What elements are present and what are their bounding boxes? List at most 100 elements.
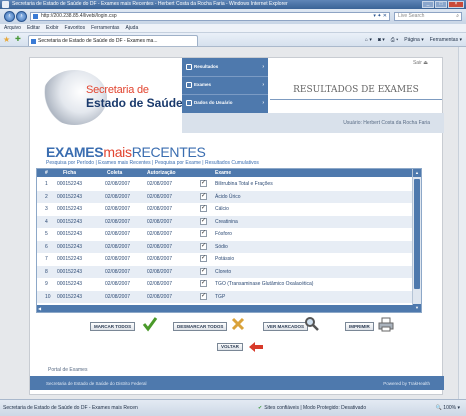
cell-exame: Ácido Úrico — [215, 193, 241, 200]
back-button[interactable]: VOLTAR — [217, 343, 243, 351]
section-title-underline — [270, 99, 442, 100]
site-header: Secretaria de Estado de Saúde Resultados… — [30, 58, 444, 133]
favorites-star-icon[interactable]: ★ — [3, 36, 11, 44]
cell-num: 8 — [45, 268, 48, 275]
cell-coleta: 02/08/2007 — [105, 281, 131, 287]
back-icon[interactable]: ‹ — [4, 11, 15, 22]
menu-arquivo[interactable]: Arquivo — [4, 25, 21, 31]
search-icon[interactable]: ⌕ — [456, 13, 459, 20]
table-row[interactable]: 1 000152243 02/08/2007 02/08/2007 ✓ Bilirrubi… — [37, 178, 413, 190]
printer-icon[interactable] — [378, 316, 394, 332]
cell-num: 6 — [45, 243, 48, 250]
table-row[interactable]: 2 000152243 02/08/2007 02/08/2007 ✓ Ácido Úri… — [37, 190, 413, 203]
row-checkbox[interactable]: ✓ — [200, 292, 207, 300]
table-vertical-scrollbar[interactable]: ▲ ▼ — [412, 169, 421, 312]
view-selected-button[interactable]: VER MARCADOS — [263, 322, 309, 331]
ie-icon — [2, 1, 9, 8]
minimize-button[interactable]: _ — [422, 1, 434, 8]
page-menu[interactable]: Página ▾ — [404, 36, 423, 44]
search-placeholder: Live Search — [398, 13, 425, 19]
tab-favicon — [31, 39, 36, 44]
print-button[interactable]: IMPRIMIR — [345, 322, 374, 331]
cell-ficha: 000152243 — [57, 218, 83, 225]
row-checkbox[interactable]: ✓ — [200, 267, 207, 275]
cell-ficha: 000152243 — [57, 256, 83, 262]
window-titlebar: Secretaria de Estado de Saúde do DF - Ex… — [0, 0, 466, 9]
table-row[interactable]: 5 000152243 02/08/2007 02/08/2007 ✓ Fósforo — [37, 228, 413, 240]
col-num: # — [45, 170, 48, 176]
add-favorite-icon[interactable]: ✚ — [15, 36, 21, 44]
row-checkbox[interactable]: ✓ — [200, 242, 207, 250]
forward-icon[interactable]: › — [16, 11, 27, 22]
cell-exame: TGP — [215, 293, 226, 300]
cell-ficha: 000152243 — [57, 181, 83, 187]
scroll-left-icon[interactable]: ◀ — [38, 305, 41, 312]
search-links[interactable]: Pesquisa por Período | Exames mais Recen… — [46, 160, 259, 166]
row-checkbox[interactable]: ✓ — [200, 230, 207, 237]
check-icon[interactable] — [142, 316, 158, 332]
scroll-down-icon[interactable]: ▼ — [413, 304, 421, 312]
page-title: EXAMESmaisRECENTES — [46, 144, 206, 160]
table-row[interactable]: 7 000152243 02/08/2007 02/08/2007 ✓ Potássio — [37, 253, 413, 265]
menu-ajuda[interactable]: Ajuda — [125, 25, 138, 31]
logout-link[interactable]: Sair ⏏ — [413, 60, 428, 66]
exams-icon — [186, 82, 192, 88]
browser-tab[interactable]: Secretaria de Estado de Saúde do DF - Ex… — [28, 35, 198, 46]
zoom-level[interactable]: 🔍 100% ▾ — [436, 405, 460, 411]
row-checkbox[interactable]: ✓ — [200, 192, 207, 200]
nav-item-exames[interactable]: Exames › — [182, 76, 268, 94]
table-row[interactable]: 4 000152243 02/08/2007 02/08/2007 ✓ Creatinin… — [37, 215, 413, 228]
row-checkbox[interactable]: ✓ — [200, 255, 207, 262]
table-row[interactable]: 9 000152243 02/08/2007 02/08/2007 ✓ TGO (Tran… — [37, 278, 413, 290]
cell-ficha: 000152243 — [57, 243, 83, 250]
row-checkbox[interactable]: ✓ — [200, 217, 207, 225]
col-autorizacao: Autorização — [147, 170, 176, 176]
table-row[interactable]: 6 000152243 02/08/2007 02/08/2007 ✓ Sódio — [37, 240, 413, 253]
cell-num: 3 — [45, 206, 48, 212]
refresh-stop-icons[interactable]: ▾ ✦ ✕ — [373, 13, 387, 20]
row-checkbox[interactable]: ✓ — [200, 280, 207, 287]
page-favicon — [33, 14, 38, 19]
home-icon[interactable]: ⌂ ▾ — [365, 36, 372, 44]
menu-exibir[interactable]: Exibir — [46, 25, 59, 31]
cell-ficha: 000152243 — [57, 231, 83, 237]
close-button[interactable]: × — [448, 1, 464, 8]
search-input[interactable]: Live Search ⌕ — [394, 12, 462, 21]
menu-ferramentas[interactable]: Ferramentas — [91, 25, 119, 31]
table-row[interactable]: 3 000152243 02/08/2007 02/08/2007 ✓ Cálcio — [37, 203, 413, 215]
unselect-all-button[interactable]: DESMARCAR TODOS — [173, 322, 228, 331]
title-part2: mais — [103, 144, 132, 160]
cell-autorizacao: 02/08/2007 — [147, 193, 173, 200]
row-checkbox[interactable]: ✓ — [200, 205, 207, 212]
table-row[interactable]: 8 000152243 02/08/2007 02/08/2007 ✓ Cloreto — [37, 265, 413, 278]
table-header: # Ficha Coleta Autorização Exame — [37, 169, 413, 177]
cell-exame: Cálcio — [215, 206, 229, 212]
cell-autorizacao: 02/08/2007 — [147, 256, 173, 262]
feeds-icon[interactable]: ◙ ▾ — [378, 36, 385, 44]
nav-label: Resultados — [194, 64, 219, 69]
menu-favoritos[interactable]: Favoritos — [65, 25, 86, 31]
chevron-right-icon: › — [262, 100, 264, 106]
back-arrow-icon[interactable] — [248, 342, 264, 352]
cell-autorizacao: 02/08/2007 — [147, 218, 173, 225]
menu-editar[interactable]: Editar — [27, 25, 40, 31]
address-input[interactable]: http://200.238.85.4/livebi/login.csp ▾ ✦… — [30, 12, 390, 21]
nav-item-dados-usuario[interactable]: Dados do Usuário › — [182, 94, 268, 112]
cell-num: 5 — [45, 231, 48, 237]
row-checkbox[interactable]: ✓ — [200, 180, 207, 187]
cross-icon[interactable] — [230, 316, 246, 332]
page-scrollbar[interactable] — [458, 47, 466, 399]
tools-menu[interactable]: Ferramentas ▾ — [430, 36, 462, 44]
select-all-button[interactable]: MARCAR TODOS — [90, 322, 136, 331]
scroll-up-icon[interactable]: ▲ — [413, 169, 421, 177]
table-horizontal-scrollbar[interactable]: ◀ — [37, 305, 413, 312]
maximize-button[interactable]: □ — [435, 1, 447, 8]
scroll-thumb[interactable] — [414, 179, 420, 289]
cell-exame: Creatinina — [215, 218, 238, 225]
nav-item-resultados[interactable]: Resultados › — [182, 58, 268, 76]
trusted-check-icon: ✔ — [258, 405, 263, 411]
table-row[interactable]: 10 000152243 02/08/2007 02/08/2007 ✓ TGP — [37, 290, 413, 303]
col-coleta: Coleta — [107, 170, 123, 176]
magnifier-icon[interactable] — [304, 316, 320, 332]
print-icon[interactable]: ⎙ ▾ — [391, 36, 399, 44]
